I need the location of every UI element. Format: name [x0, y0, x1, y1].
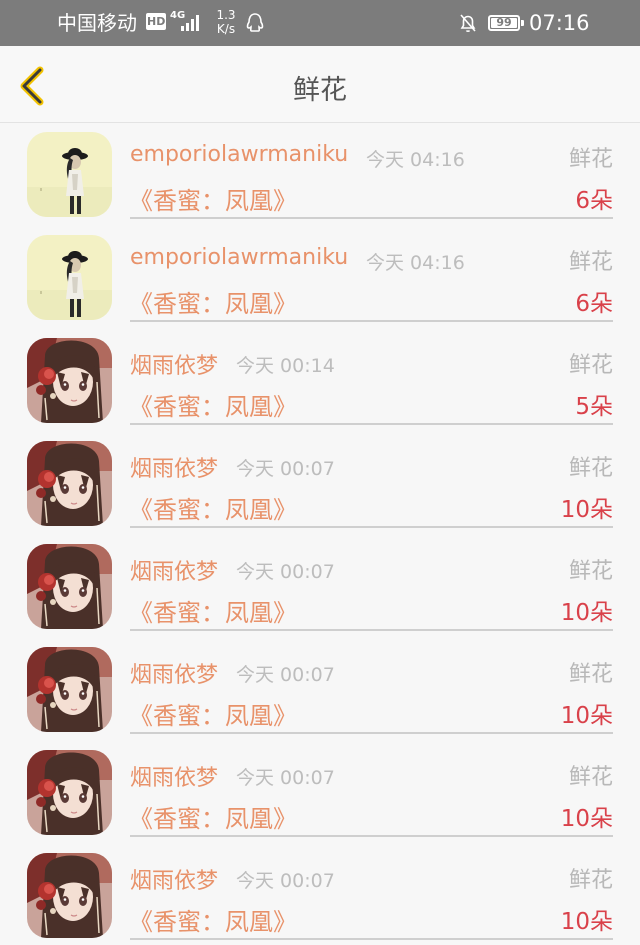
gift-list-item[interactable]: emporiolawrmaniku 今天 04:16 鲜花《香蜜：凤凰》 6朵: [0, 227, 640, 330]
sender-name[interactable]: emporiolawrmaniku: [130, 142, 348, 167]
anime-girl-avatar[interactable]: [27, 750, 112, 835]
carrier-label: 中国移动: [57, 11, 137, 35]
row-divider: [130, 732, 613, 734]
gift-count: 6朵: [575, 188, 613, 214]
sender-name[interactable]: 烟雨依梦: [130, 863, 218, 895]
gift-list: emporiolawrmaniku 今天 04:16 鲜花 《香蜜：凤凰》 6朵 emp…: [0, 124, 640, 945]
gift-time: 今天 00:07: [236, 870, 335, 892]
page-title: 鲜花: [293, 75, 347, 106]
title-bar: 鲜花: [0, 46, 640, 123]
anime-girl-avatar[interactable]: [27, 853, 112, 938]
network-speed-unit: K/s: [216, 22, 236, 36]
silhouette-avatar[interactable]: [27, 132, 112, 217]
gift-list-item[interactable]: 烟雨依梦 今天 00:14 鲜花《香蜜：凤凰》 5朵: [0, 330, 640, 433]
gift-time: 今天 04:16: [366, 252, 465, 274]
gift-count: 5朵: [575, 394, 613, 420]
sender-name[interactable]: 烟雨依梦: [130, 657, 218, 689]
gift-count: 10朵: [560, 703, 613, 729]
battery-tip: [521, 20, 524, 26]
sender-name[interactable]: emporiolawrmaniku: [130, 245, 348, 270]
gift-list-item[interactable]: 烟雨依梦 今天 00:07 鲜花《香蜜：凤凰》 10朵: [0, 433, 640, 536]
anime-girl-avatar[interactable]: [27, 441, 112, 526]
hd-badge: HD: [146, 13, 166, 30]
gift-list-item[interactable]: 烟雨依梦 今天 00:07 鲜花《香蜜：凤凰》 10朵: [0, 742, 640, 845]
gift-time: 今天 00:07: [236, 561, 335, 583]
gift-time: 今天 00:07: [236, 458, 335, 480]
gift-type-label: 鲜花: [568, 559, 613, 584]
gift-type-label: 鲜花: [568, 353, 613, 378]
gift-list-item[interactable]: 烟雨依梦 今天 00:07 鲜花《香蜜：凤凰》 10朵: [0, 536, 640, 639]
song-title[interactable]: 《香蜜：凤凰》: [129, 284, 297, 319]
battery-level-label: 99: [496, 16, 512, 29]
row-divider: [130, 835, 613, 837]
gift-time: 今天 04:16: [366, 149, 465, 171]
anime-girl-avatar[interactable]: [27, 647, 112, 732]
status-bar: 中国移动 HD 4G 1.3 K/s 99 07:16: [0, 0, 640, 46]
gift-count: 10朵: [560, 497, 613, 523]
sender-name[interactable]: 烟雨依梦: [130, 451, 218, 483]
gift-count: 6朵: [575, 291, 613, 317]
row-divider: [130, 217, 613, 219]
song-title[interactable]: 《香蜜：凤凰》: [129, 799, 297, 834]
clock: 07:16: [529, 11, 590, 35]
row-divider: [130, 423, 613, 425]
network-speed: 1.3 K/s: [213, 8, 239, 36]
row-divider: [130, 526, 613, 528]
gift-count: 10朵: [560, 806, 613, 832]
gift-count: 10朵: [560, 600, 613, 626]
gift-type-label: 鲜花: [568, 250, 613, 275]
sender-name[interactable]: 烟雨依梦: [130, 348, 218, 380]
gift-list-item[interactable]: 烟雨依梦 今天 00:07 鲜花《香蜜：凤凰》 10朵: [0, 845, 640, 945]
gift-type-label: 鲜花: [568, 147, 613, 172]
signal-strength-icon: [181, 15, 199, 31]
mute-bell-icon: [460, 14, 476, 33]
song-title[interactable]: 《香蜜：凤凰》: [129, 593, 297, 628]
gift-time: 今天 00:07: [236, 664, 335, 686]
sender-name[interactable]: 烟雨依梦: [130, 554, 218, 586]
row-divider: [130, 629, 613, 631]
battery-icon: 99: [488, 15, 520, 31]
gift-time: 今天 00:14: [236, 355, 335, 377]
gift-type-label: 鲜花: [568, 456, 613, 481]
song-title[interactable]: 《香蜜：凤凰》: [129, 387, 297, 422]
anime-girl-avatar[interactable]: [27, 544, 112, 629]
gift-type-label: 鲜花: [568, 868, 613, 893]
gift-list-item[interactable]: 烟雨依梦 今天 00:07 鲜花《香蜜：凤凰》 10朵: [0, 639, 640, 742]
song-title[interactable]: 《香蜜：凤凰》: [129, 181, 297, 216]
sender-name[interactable]: 烟雨依梦: [130, 760, 218, 792]
anime-girl-avatar[interactable]: [27, 338, 112, 423]
gift-time: 今天 00:07: [236, 767, 335, 789]
song-title[interactable]: 《香蜜：凤凰》: [129, 696, 297, 731]
gift-type-label: 鲜花: [568, 765, 613, 790]
row-divider: [130, 320, 613, 322]
song-title[interactable]: 《香蜜：凤凰》: [129, 490, 297, 525]
row-divider: [130, 938, 613, 940]
silhouette-avatar[interactable]: [27, 235, 112, 320]
gift-count: 10朵: [560, 909, 613, 935]
gift-list-item[interactable]: emporiolawrmaniku 今天 04:16 鲜花《香蜜：凤凰》 6朵: [0, 124, 640, 227]
song-title[interactable]: 《香蜜：凤凰》: [129, 902, 297, 937]
network-speed-value: 1.3: [216, 8, 236, 22]
gift-type-label: 鲜花: [568, 662, 613, 687]
qq-penguin-icon: [246, 13, 264, 32]
